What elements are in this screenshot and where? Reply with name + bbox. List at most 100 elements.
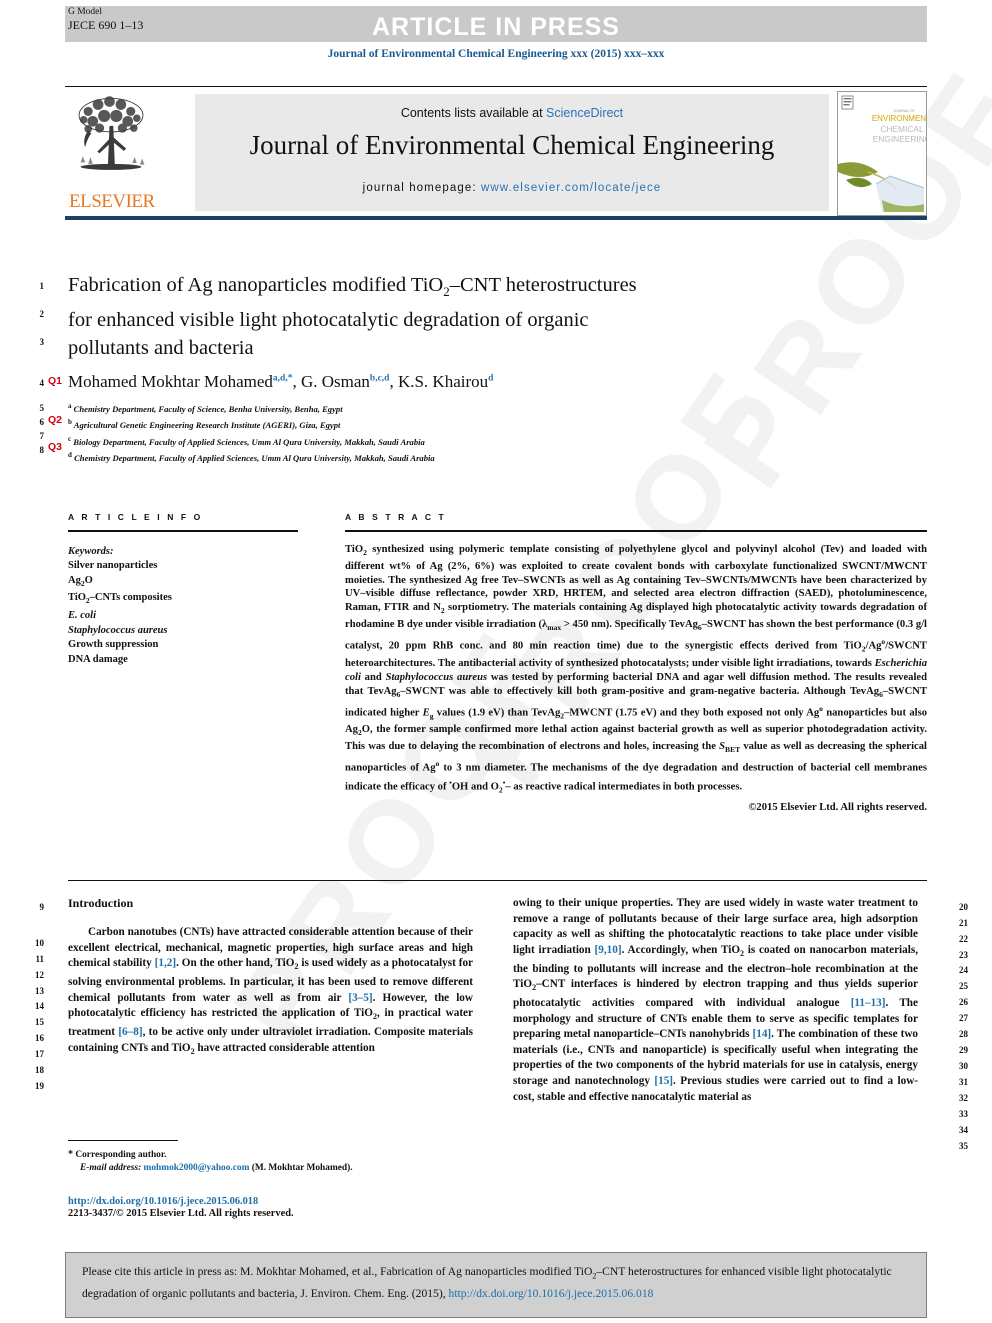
affiliation-marker: d — [68, 451, 72, 460]
keyword-item: TiO2–CNTs composites — [68, 592, 172, 606]
line-number: 30 — [959, 1061, 968, 1071]
svg-text:ENVIRONMENTAL: ENVIRONMENTAL — [872, 114, 926, 123]
abstract-heading: A B S T R A C T — [345, 512, 447, 522]
corresponding-author-line: * Corresponding author. — [68, 1148, 473, 1162]
journal-cover-art: JOURNAL OF ENVIRONMENTAL CHEMICAL ENGINE… — [838, 92, 926, 215]
email-link[interactable]: mohmok2000@yahoo.com — [144, 1163, 250, 1173]
line-number: 2 — [39, 309, 45, 319]
line-number: 12 — [35, 970, 44, 980]
section-heading-introduction: Introduction — [68, 896, 134, 910]
journal-cover-thumbnail: JOURNAL OF ENVIRONMENTAL CHEMICAL ENGINE… — [837, 91, 927, 216]
query-tag-q2[interactable]: Q2 — [48, 414, 62, 426]
author-list: Mohamed Mokhtar Mohameda,d,*, G. Osmanb,… — [68, 372, 494, 391]
homepage-label: journal homepage: — [362, 182, 481, 194]
abstract-rule — [345, 530, 927, 532]
citation-box: Please cite this article in press as: M.… — [65, 1252, 927, 1318]
title-line-3: pollutants and bacteria — [68, 337, 254, 360]
g-model-id: JECE 690 1–13 — [68, 18, 144, 32]
line-number: 31 — [959, 1077, 968, 1087]
keyword-item: Growth suppression — [68, 639, 159, 651]
introduction-paragraph-left: Carbon nanotubes (CNTs) have attracted c… — [68, 926, 474, 1056]
author-name: G. Osman — [300, 372, 370, 391]
line-number: 19 — [35, 1081, 44, 1091]
line-number: 7 — [39, 431, 45, 441]
journal-homepage-line: journal homepage: www.elsevier.com/locat… — [195, 182, 829, 194]
line-number: 13 — [35, 986, 44, 996]
line-number: 32 — [959, 1093, 968, 1103]
query-tag-q1[interactable]: Q1 — [48, 375, 62, 387]
keywords-label: Keywords: — [68, 545, 114, 557]
affiliation-list: a Chemistry Department, Faculty of Scien… — [68, 400, 868, 466]
line-number: 27 — [959, 1013, 968, 1023]
line-number: 10 — [35, 938, 44, 948]
journal-title: Journal of Environmental Chemical Engine… — [249, 130, 775, 160]
email-line: E-mail address: mohmok2000@yahoo.com (M.… — [68, 1162, 473, 1175]
affiliation-marker: c — [68, 434, 72, 443]
introduction-left-column: Introduction Carbon nanotubes (CNTs) hav… — [68, 896, 473, 1059]
corresponding-author-label: Corresponding author. — [75, 1150, 167, 1160]
affiliation-item: b Agricultural Genetic Engineering Resea… — [68, 416, 868, 432]
line-number: 28 — [959, 1029, 968, 1039]
keyword-item: Staphylococcus aureus — [68, 624, 168, 636]
paper-page: PROOF PROOF PROOF ARTICLE IN PRESS G Mod… — [0, 0, 992, 1323]
contents-prefix: Contents lists available at — [400, 106, 547, 120]
title-line-1b: –CNT heterostructures — [449, 274, 637, 296]
line-number: 8 — [39, 445, 45, 455]
author-name: K.S. Khairou — [397, 372, 489, 391]
asterisk-icon: * — [68, 1149, 73, 1160]
line-number: 17 — [35, 1049, 44, 1059]
author-affiliation-marker[interactable]: d — [488, 373, 493, 383]
footnote-block: * Corresponding author. E-mail address: … — [68, 1140, 473, 1176]
author-affiliation-marker[interactable]: b,c,d — [370, 373, 390, 383]
keyword-item: E. coli — [68, 610, 96, 622]
affiliation-text: Biology Department, Faculty of Applied S… — [73, 436, 425, 447]
doi-block: http://dx.doi.org/10.1016/j.jece.2015.06… — [68, 1196, 488, 1219]
line-number: 24 — [959, 965, 968, 975]
doi-link[interactable]: http://dx.doi.org/10.1016/j.jece.2015.06… — [68, 1196, 488, 1207]
line-number: 22 — [959, 934, 968, 944]
article-info-section: A R T I C L E I N F O Keywords: Silver n… — [68, 512, 298, 668]
section-separator-rule — [68, 880, 927, 881]
svg-text:CHEMICAL: CHEMICAL — [880, 124, 924, 134]
line-number: 11 — [35, 954, 44, 964]
line-number: 4 — [39, 378, 45, 388]
masthead-bottom-rule — [65, 216, 927, 220]
line-number: 33 — [959, 1109, 968, 1119]
affiliation-marker: b — [68, 418, 72, 427]
line-number: 34 — [959, 1125, 968, 1135]
line-number: 21 — [959, 918, 968, 928]
affiliation-item: a Chemistry Department, Faculty of Scien… — [68, 400, 868, 416]
abstract-text: TiO2 synthesized using polymeric templat… — [345, 543, 928, 795]
article-in-press-bar: ARTICLE IN PRESS — [65, 6, 927, 42]
line-number: 6 — [39, 417, 45, 427]
line-number: 1 — [39, 281, 45, 291]
footnote-text: * Corresponding author. E-mail address: … — [68, 1148, 473, 1176]
line-number: 35 — [959, 1141, 968, 1151]
citation-doi-link[interactable]: http://dx.doi.org/10.1016/j.jece.2015.06… — [449, 1287, 654, 1300]
elsevier-wordmark: ELSEVIER — [69, 191, 155, 212]
affiliation-item: c Biology Department, Faculty of Applied… — [68, 433, 868, 449]
line-number: 9 — [39, 902, 45, 912]
citation-text: Please cite this article in press as: M.… — [82, 1263, 914, 1302]
introduction-right-column: owing to their unique properties. They a… — [513, 896, 918, 1105]
keyword-item: Ag2O — [68, 574, 93, 588]
page-title: Fabrication of Ag nanoparticles modified… — [68, 271, 868, 362]
affiliation-marker: a — [68, 402, 72, 410]
article-info-rule — [68, 530, 298, 532]
g-model-block: G Model JECE 690 1–13 — [68, 6, 143, 32]
sciencedirect-link[interactable]: ScienceDirect — [546, 106, 623, 120]
line-number: 29 — [959, 1045, 968, 1055]
line-number: 5 — [39, 403, 45, 413]
keywords-block: Keywords: Silver nanoparticles Ag2O TiO2… — [68, 545, 298, 668]
line-number: 25 — [959, 981, 968, 991]
line-number: 15 — [35, 1017, 44, 1027]
journal-homepage-link[interactable]: www.elsevier.com/locate/jece — [481, 182, 661, 194]
author-affiliation-marker[interactable]: a,d,* — [273, 373, 293, 383]
introduction-paragraph-right: owing to their unique properties. They a… — [513, 897, 919, 1103]
affiliation-text: Chemistry Department, Faculty of Applied… — [74, 453, 435, 464]
query-tag-q3[interactable]: Q3 — [48, 441, 62, 453]
footnote-rule — [68, 1140, 178, 1141]
line-number: 14 — [35, 1001, 44, 1011]
journal-masthead: ELSEVIER Contents lists available at Sci… — [65, 86, 927, 220]
article-info-heading: A R T I C L E I N F O — [68, 512, 203, 522]
